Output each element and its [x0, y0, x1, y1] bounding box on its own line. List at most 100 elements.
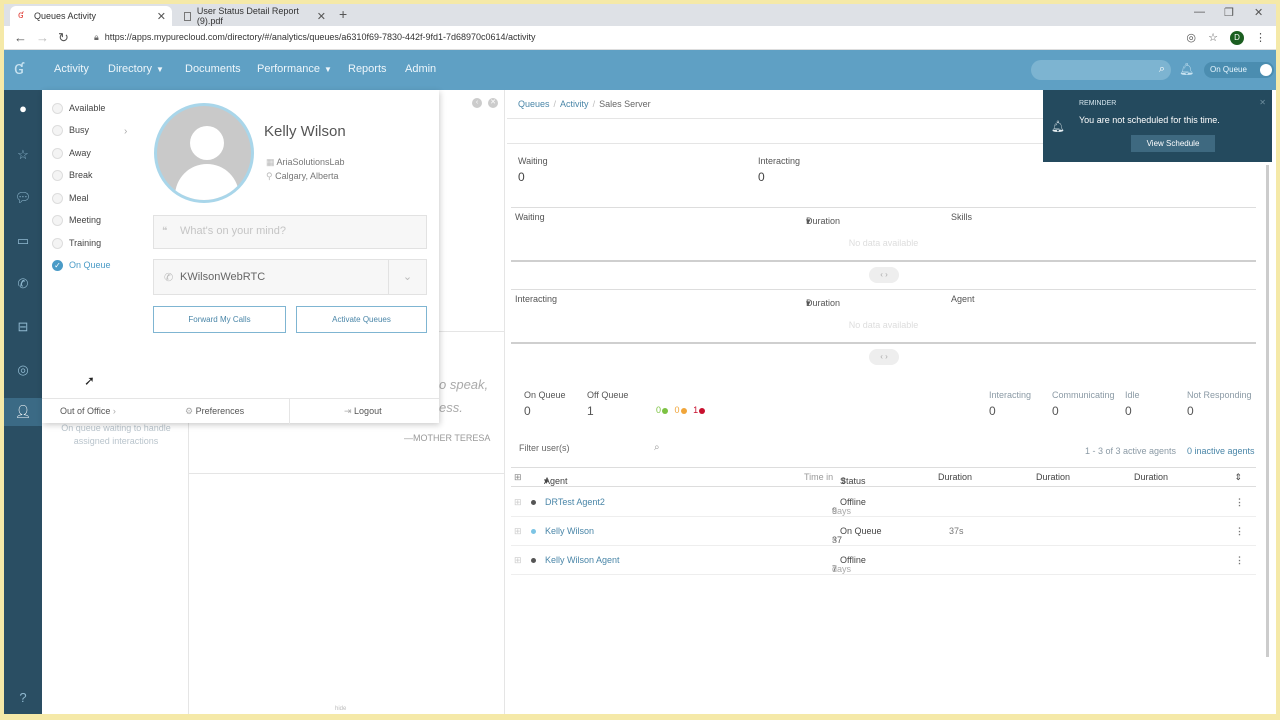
interacting-label: Interacting: [989, 390, 1032, 400]
global-search-input[interactable]: ⌕: [1031, 60, 1171, 80]
support-icon[interactable]: ◎: [4, 362, 42, 378]
col-interacting[interactable]: Interacting: [515, 294, 557, 304]
not-responding-value: 0: [1187, 404, 1194, 418]
inactive-agents-link[interactable]: 0 inactive agents: [1187, 446, 1255, 456]
forward-calls-button[interactable]: Forward My Calls: [153, 306, 286, 333]
status-training[interactable]: Training: [52, 235, 101, 251]
new-tab-icon[interactable]: +: [339, 6, 347, 22]
close-tab-icon[interactable]: ✕: [157, 10, 166, 23]
genesys-logo-icon[interactable]: ʛ: [14, 58, 24, 79]
column-sort-icon[interactable]: ⇕: [1234, 472, 1242, 483]
nav-directory[interactable]: Directory ▼: [108, 63, 164, 75]
col-duration-1[interactable]: Duration: [938, 472, 972, 482]
nav-documents[interactable]: Documents: [185, 63, 241, 75]
hide-link[interactable]: hide: [335, 706, 346, 712]
location-icon[interactable]: ◎: [1186, 31, 1196, 44]
notifications-bell-icon[interactable]: 🔔︎: [1179, 62, 1194, 76]
close-icon[interactable]: ✕: [1259, 98, 1266, 107]
col-time-in[interactable]: Time in: [804, 472, 833, 482]
breadcrumb-queues[interactable]: Queues: [518, 99, 550, 109]
nav-activity[interactable]: Activity: [54, 63, 89, 75]
close-window-icon[interactable]: ✕: [1254, 6, 1263, 19]
scrollbar[interactable]: [1266, 165, 1269, 657]
browser-menu-icon[interactable]: ⋮: [1255, 31, 1266, 44]
col-agent[interactable]: Agent: [951, 294, 975, 304]
search-icon[interactable]: ⌕: [654, 442, 660, 453]
help-icon[interactable]: ?: [4, 690, 42, 705]
on-queue-toggle[interactable]: On Queue: [1204, 62, 1274, 78]
reload-icon[interactable]: ↻: [58, 30, 69, 46]
status-meal[interactable]: Meal: [52, 190, 89, 206]
close-tab-icon[interactable]: ✕: [317, 10, 326, 23]
user-status-icon[interactable]: ●: [4, 98, 42, 120]
user-name[interactable]: Kelly Wilson: [264, 123, 346, 140]
row-menu-icon[interactable]: ⋮: [1235, 555, 1244, 566]
caret-down-icon: ▼: [323, 65, 332, 74]
waiting-pager[interactable]: ‹ ›: [869, 267, 899, 283]
nav-admin[interactable]: Admin: [405, 63, 436, 75]
phone-select[interactable]: ✆ KWilsonWebRTC ⌄: [153, 259, 427, 295]
status-message-field[interactable]: ❝: [153, 215, 427, 249]
chat-icon[interactable]: 💬︎: [4, 190, 42, 206]
gear-icon: ⚙: [185, 406, 196, 416]
profile-avatar[interactable]: D: [1230, 31, 1244, 45]
col-skills[interactable]: Skills: [951, 212, 972, 222]
chevron-down-icon[interactable]: ⌄: [388, 260, 426, 294]
queue-activation-icon[interactable]: 👤︎: [4, 398, 42, 426]
breadcrumb-activity[interactable]: Activity: [560, 99, 589, 109]
phone-icon[interactable]: ✆: [4, 276, 42, 292]
status-on-queue[interactable]: ✓ On Queue: [52, 257, 111, 273]
status-break[interactable]: Break: [52, 167, 93, 183]
status-message-input[interactable]: [180, 225, 420, 237]
activate-queues-button[interactable]: Activate Queues: [296, 306, 427, 333]
filter-users-input[interactable]: Filter user(s): [519, 443, 570, 453]
bookmark-star-icon[interactable]: ☆: [1208, 31, 1218, 44]
forward-icon[interactable]: →: [36, 30, 49, 45]
collapse-icon[interactable]: ‹: [472, 98, 482, 108]
avatar-head: [190, 126, 224, 160]
url-field[interactable]: 🔒︎ https://apps.mypurecloud.com/directory…: [94, 32, 536, 43]
inbox-icon[interactable]: ⊟: [4, 319, 42, 335]
avatar-body: [175, 164, 239, 200]
status-away[interactable]: Away: [52, 145, 91, 161]
status-meeting[interactable]: Meeting: [52, 212, 101, 228]
favorites-star-icon[interactable]: ☆: [4, 147, 42, 163]
chevron-right-icon[interactable]: ›: [124, 126, 127, 137]
browser-tab-queues-activity[interactable]: ʛ Queues Activity ✕: [10, 6, 172, 26]
back-icon[interactable]: ←: [14, 30, 27, 45]
row-menu-icon[interactable]: ⋮: [1235, 526, 1244, 537]
agent-name[interactable]: Kelly Wilson Agent: [545, 555, 620, 565]
video-icon[interactable]: ▭: [4, 233, 42, 249]
avatar[interactable]: [154, 103, 254, 203]
time-unit: s: [832, 535, 837, 545]
expand-row-icon[interactable]: ⊞: [514, 497, 522, 508]
col-duration-3[interactable]: Duration: [1134, 472, 1168, 482]
nav-performance[interactable]: Performance ▼: [257, 63, 332, 75]
browser-tab-pdf[interactable]: User Status Detail Report (9).pdf ✕: [176, 6, 332, 26]
interacting-pager[interactable]: ‹ ›: [869, 349, 899, 365]
table-row[interactable]: ⊞ Kelly Wilson 37 s On Queue 37s ⋮: [511, 517, 1256, 546]
preferences-link[interactable]: ⚙ Preferences: [185, 406, 244, 417]
table-row[interactable]: ⊞ DRTest Agent2 9 days Offline ⋮: [511, 488, 1256, 517]
nav-reports[interactable]: Reports: [348, 63, 387, 75]
off-queue-label: Off Queue: [587, 390, 629, 400]
expand-row-icon[interactable]: ⊞: [514, 555, 522, 566]
logout-link[interactable]: ⇥ Logout: [344, 406, 382, 417]
view-schedule-button[interactable]: View Schedule: [1131, 135, 1215, 152]
status-available[interactable]: Available: [52, 100, 105, 116]
table-row[interactable]: ⊞ Kelly Wilson Agent 7 days Offline ⋮: [511, 546, 1256, 575]
close-icon[interactable]: ✕: [488, 98, 498, 108]
orange-dot: [680, 407, 687, 414]
time-unit: days: [832, 506, 852, 516]
row-menu-icon[interactable]: ⋮: [1235, 497, 1244, 508]
col-duration-2[interactable]: Duration: [1036, 472, 1070, 482]
expand-all-icon[interactable]: ⊞: [514, 472, 522, 483]
col-waiting[interactable]: Waiting: [515, 212, 545, 222]
status-busy[interactable]: Busy: [52, 122, 89, 138]
agent-name[interactable]: DRTest Agent2: [545, 497, 605, 507]
expand-row-icon[interactable]: ⊞: [514, 526, 522, 537]
out-of-office-link[interactable]: Out of Office ›: [60, 406, 116, 416]
minimize-icon[interactable]: —: [1194, 6, 1205, 18]
maximize-icon[interactable]: ❐: [1224, 6, 1234, 19]
agent-name[interactable]: Kelly Wilson: [545, 526, 594, 536]
